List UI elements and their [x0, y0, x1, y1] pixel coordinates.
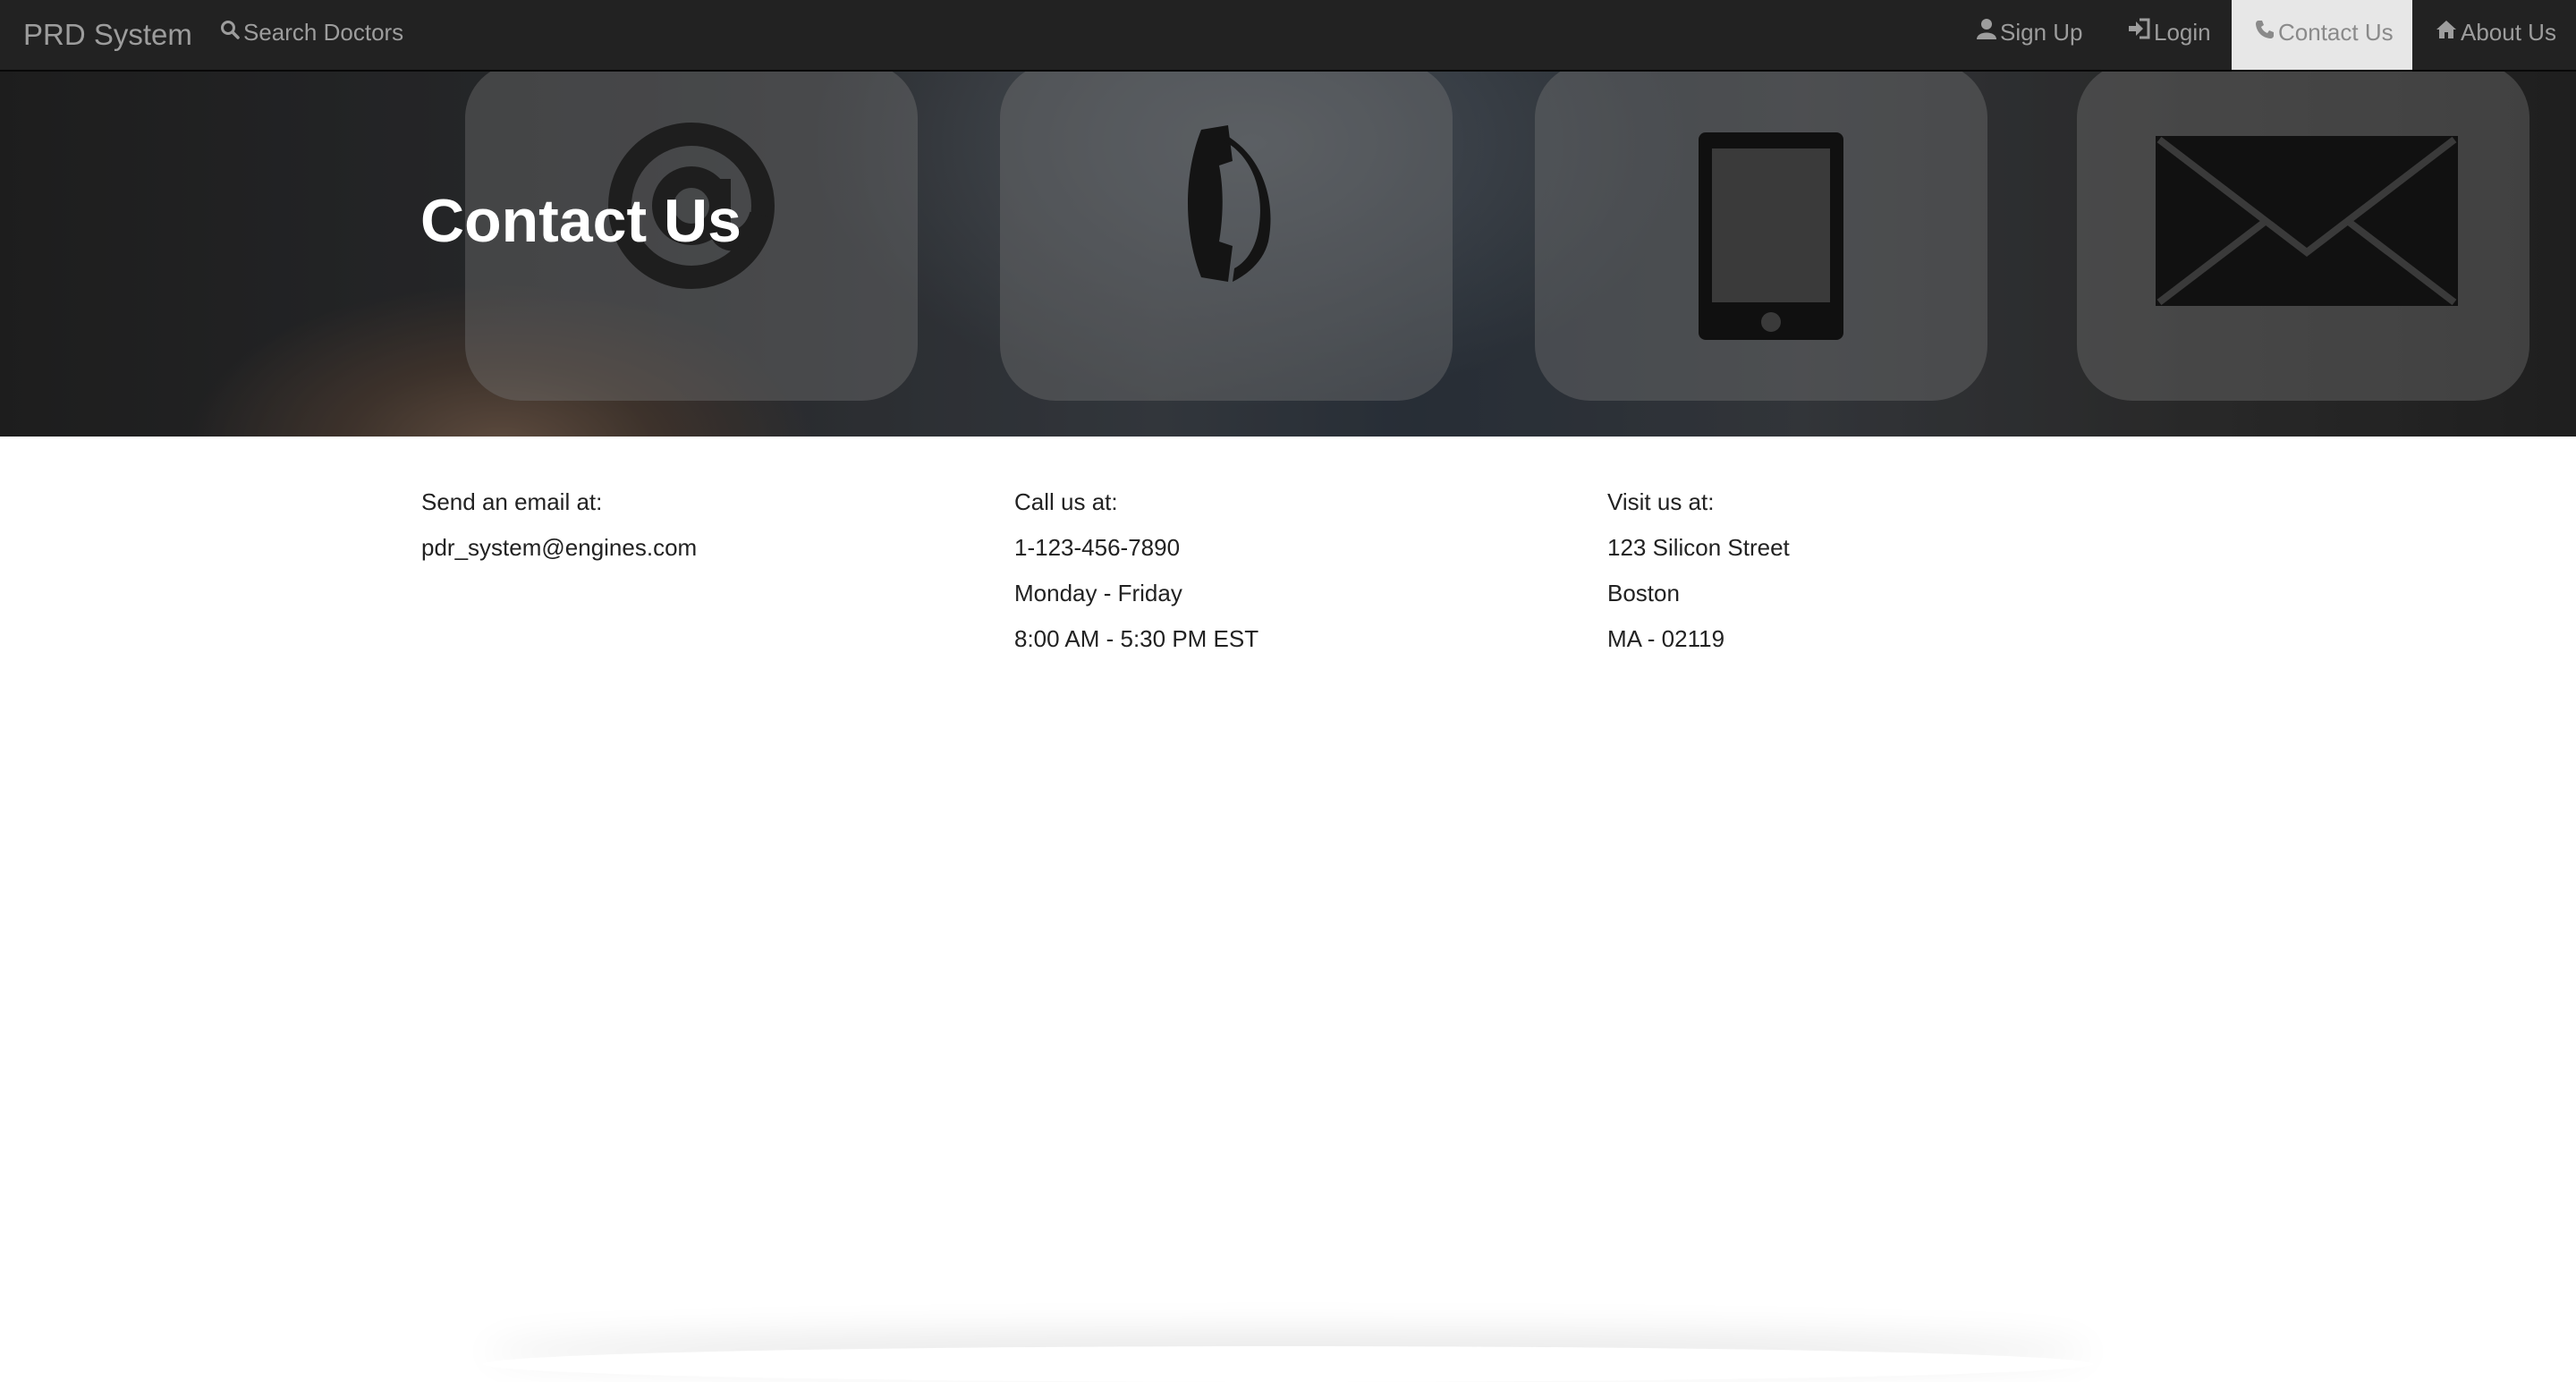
nav-sign-up[interactable]: Sign Up — [1977, 0, 2083, 70]
nav-login[interactable]: Login — [2127, 0, 2211, 70]
nav-sign-up-label: Sign Up — [2000, 19, 2083, 46]
call-heading: Call us at: — [1014, 488, 1118, 515]
home-icon — [2436, 0, 2457, 64]
page-title: Contact Us — [420, 187, 741, 255]
mobile-phone-icon — [1699, 132, 1843, 340]
telephone-tile — [1000, 72, 1453, 401]
nav-search-doctors[interactable]: Search Doctors — [220, 0, 403, 70]
street-address: 123 Silicon Street — [1607, 534, 1790, 561]
envelope-tile — [2077, 72, 2529, 401]
business-days: Monday - Friday — [1014, 580, 1182, 606]
email-heading: Send an email at: — [421, 488, 603, 515]
top-navbar: PRD System Search Doctors Sign Up Login … — [0, 0, 2576, 72]
nav-about-us[interactable]: About Us — [2412, 0, 2576, 70]
nav-login-label: Login — [2154, 19, 2211, 46]
phone-icon — [2255, 0, 2275, 64]
business-hours: 8:00 AM - 5:30 PM EST — [1014, 625, 1259, 652]
nav-contact-us[interactable]: Contact Us — [2232, 0, 2412, 70]
nav-about-us-label: About Us — [2461, 19, 2556, 46]
brand-link[interactable]: PRD System — [23, 0, 192, 70]
footer-shadow — [483, 1346, 2093, 1382]
telephone-icon — [1188, 125, 1271, 282]
city: Boston — [1607, 580, 1680, 606]
visit-heading: Visit us at: — [1607, 488, 1715, 515]
email-column: Send an email at: pdr_system@engines.com — [421, 479, 697, 571]
nav-search-label: Search Doctors — [243, 19, 404, 46]
phone-number: 1-123-456-7890 — [1014, 534, 1181, 561]
login-icon — [2127, 0, 2150, 64]
call-column: Call us at: 1-123-456-7890 Monday - Frid… — [1014, 479, 1258, 662]
nav-contact-us-label: Contact Us — [2278, 19, 2394, 46]
email-address: pdr_system@engines.com — [421, 534, 698, 561]
search-icon — [220, 0, 240, 64]
user-icon — [1977, 0, 1996, 64]
state-zip: MA - 02119 — [1607, 625, 1725, 652]
mobile-tile — [1535, 72, 1987, 401]
hero-banner: Contact Us — [0, 72, 2576, 437]
envelope-icon — [2156, 136, 2458, 306]
visit-column: Visit us at: 123 Silicon Street Boston M… — [1607, 479, 1790, 662]
